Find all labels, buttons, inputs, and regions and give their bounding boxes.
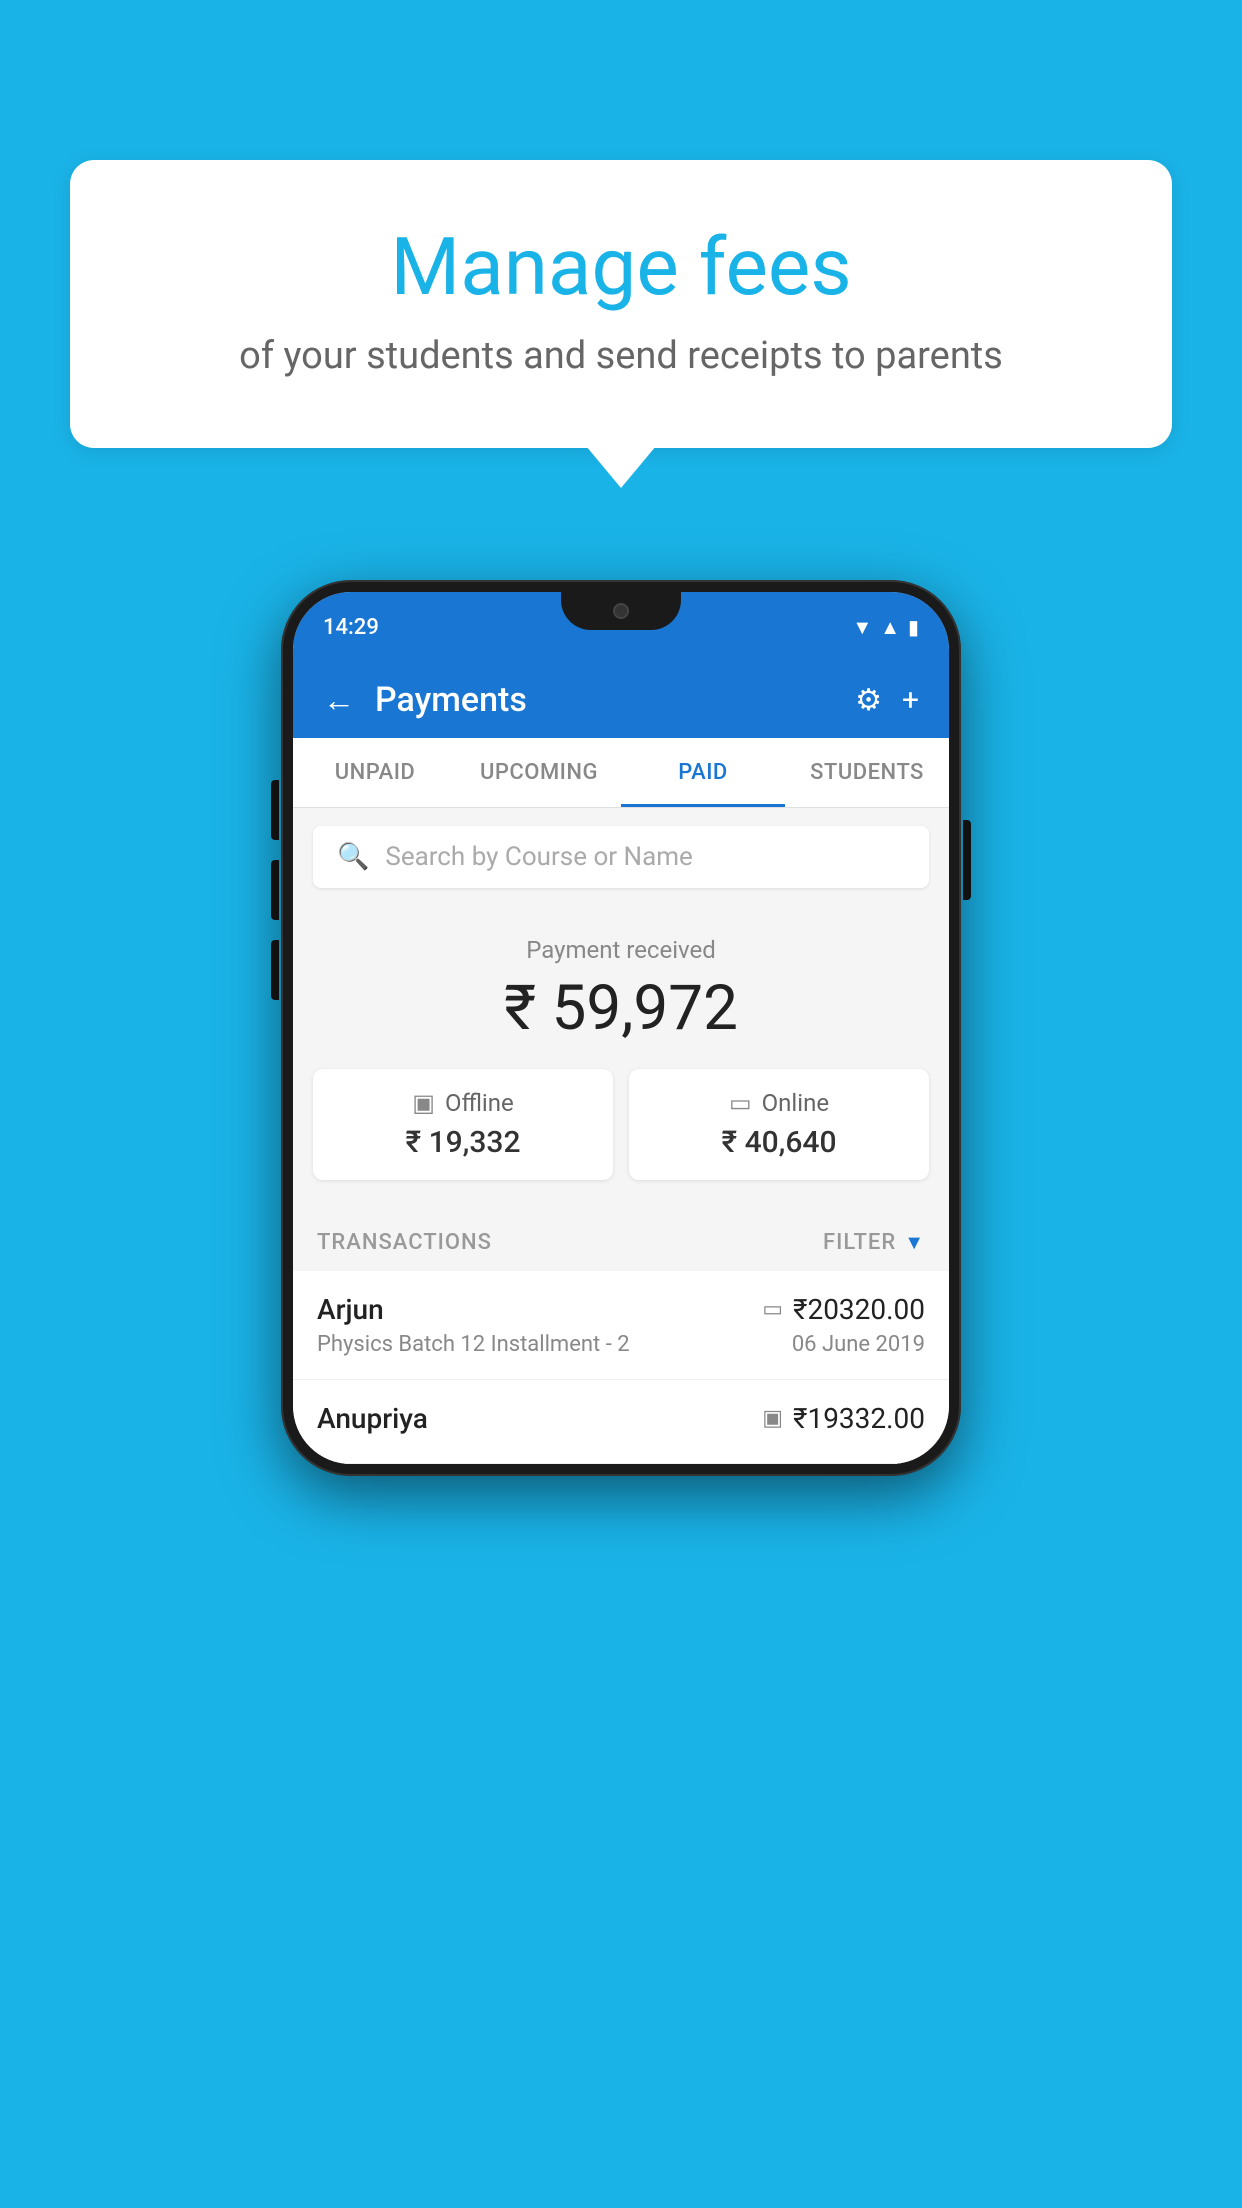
transaction-row-bottom: Physics Batch 12 Installment - 2 06 June…	[317, 1332, 925, 1357]
status-time: 14:29	[323, 615, 379, 640]
camera-dot	[613, 603, 629, 619]
transaction-desc: Physics Batch 12 Installment - 2	[317, 1332, 630, 1357]
status-bar: 14:29 ▼ ▲ ▮	[293, 592, 949, 662]
filter-button[interactable]: FILTER ▼	[823, 1230, 925, 1255]
transaction-name: Arjun	[317, 1293, 384, 1326]
speech-bubble: Manage fees of your students and send re…	[70, 160, 1172, 448]
table-row[interactable]: Anupriya ▣ ₹19332.00	[293, 1380, 949, 1464]
online-amount: ₹ 40,640	[645, 1125, 913, 1160]
tab-paid[interactable]: PAID	[621, 738, 785, 807]
add-icon[interactable]: +	[902, 683, 919, 718]
notch	[561, 592, 681, 630]
offline-label: Offline	[445, 1089, 514, 1117]
search-bar[interactable]: 🔍 Search by Course or Name	[313, 826, 929, 888]
tab-upcoming[interactable]: UPCOMING	[457, 738, 621, 807]
bubble-title: Manage fees	[120, 220, 1122, 314]
transaction-name: Anupriya	[317, 1402, 428, 1435]
wifi-icon: ▼	[852, 615, 872, 640]
transaction-amount-wrap: ▭ ₹20320.00	[762, 1293, 925, 1326]
bubble-subtitle: of your students and send receipts to pa…	[120, 334, 1122, 378]
transaction-amount: ₹19332.00	[793, 1402, 925, 1435]
search-icon: 🔍	[337, 842, 369, 872]
offline-card: ▣ Offline ₹ 19,332	[313, 1069, 613, 1180]
status-icons: ▼ ▲ ▮	[852, 615, 919, 640]
transaction-list: Arjun ▭ ₹20320.00 Physics Batch 12 Insta…	[293, 1271, 949, 1464]
phone-wrapper: 14:29 ▼ ▲ ▮ ← Payments ⚙ +	[281, 580, 961, 1476]
offline-amount: ₹ 19,332	[329, 1125, 597, 1160]
transaction-date: 06 June 2019	[792, 1332, 925, 1357]
online-label: Online	[762, 1089, 829, 1117]
offline-header: ▣ Offline	[329, 1089, 597, 1117]
settings-icon[interactable]: ⚙	[855, 683, 882, 718]
transaction-amount: ₹20320.00	[793, 1293, 925, 1326]
transaction-type-icon: ▣	[762, 1406, 783, 1431]
payment-section: Payment received ₹ 59,972 ▣ Offline ₹ 19…	[293, 906, 949, 1210]
offline-icon: ▣	[412, 1089, 435, 1117]
transaction-amount-wrap: ▣ ₹19332.00	[762, 1402, 925, 1435]
transaction-row-top: Anupriya ▣ ₹19332.00	[317, 1402, 925, 1435]
transaction-row-top: Arjun ▭ ₹20320.00	[317, 1293, 925, 1326]
page-title: Payments	[375, 680, 835, 720]
filter-icon: ▼	[904, 1230, 925, 1255]
transactions-label: TRANSACTIONS	[317, 1230, 492, 1255]
search-container: 🔍 Search by Course or Name	[293, 808, 949, 906]
search-placeholder: Search by Course or Name	[385, 842, 692, 872]
online-header: ▭ Online	[645, 1089, 913, 1117]
payment-cards: ▣ Offline ₹ 19,332 ▭ Online ₹ 40,640	[313, 1069, 929, 1180]
signal-icon: ▲	[880, 615, 900, 640]
tabs: UNPAID UPCOMING PAID STUDENTS	[293, 738, 949, 808]
payment-received-amount: ₹ 59,972	[313, 972, 929, 1045]
online-card: ▭ Online ₹ 40,640	[629, 1069, 929, 1180]
online-icon: ▭	[729, 1089, 752, 1117]
tab-unpaid[interactable]: UNPAID	[293, 738, 457, 807]
phone-outer: 14:29 ▼ ▲ ▮ ← Payments ⚙ +	[281, 580, 961, 1476]
filter-label: FILTER	[823, 1230, 896, 1255]
transaction-type-icon: ▭	[762, 1297, 783, 1322]
header-icons: ⚙ +	[855, 683, 919, 718]
table-row[interactable]: Arjun ▭ ₹20320.00 Physics Batch 12 Insta…	[293, 1271, 949, 1380]
tab-students[interactable]: STUDENTS	[785, 738, 949, 807]
battery-icon: ▮	[908, 615, 919, 639]
phone-screen: 14:29 ▼ ▲ ▮ ← Payments ⚙ +	[293, 592, 949, 1464]
app-header: ← Payments ⚙ +	[293, 662, 949, 738]
transactions-header: TRANSACTIONS FILTER ▼	[293, 1210, 949, 1271]
back-button[interactable]: ←	[323, 681, 355, 719]
payment-received-label: Payment received	[313, 936, 929, 964]
